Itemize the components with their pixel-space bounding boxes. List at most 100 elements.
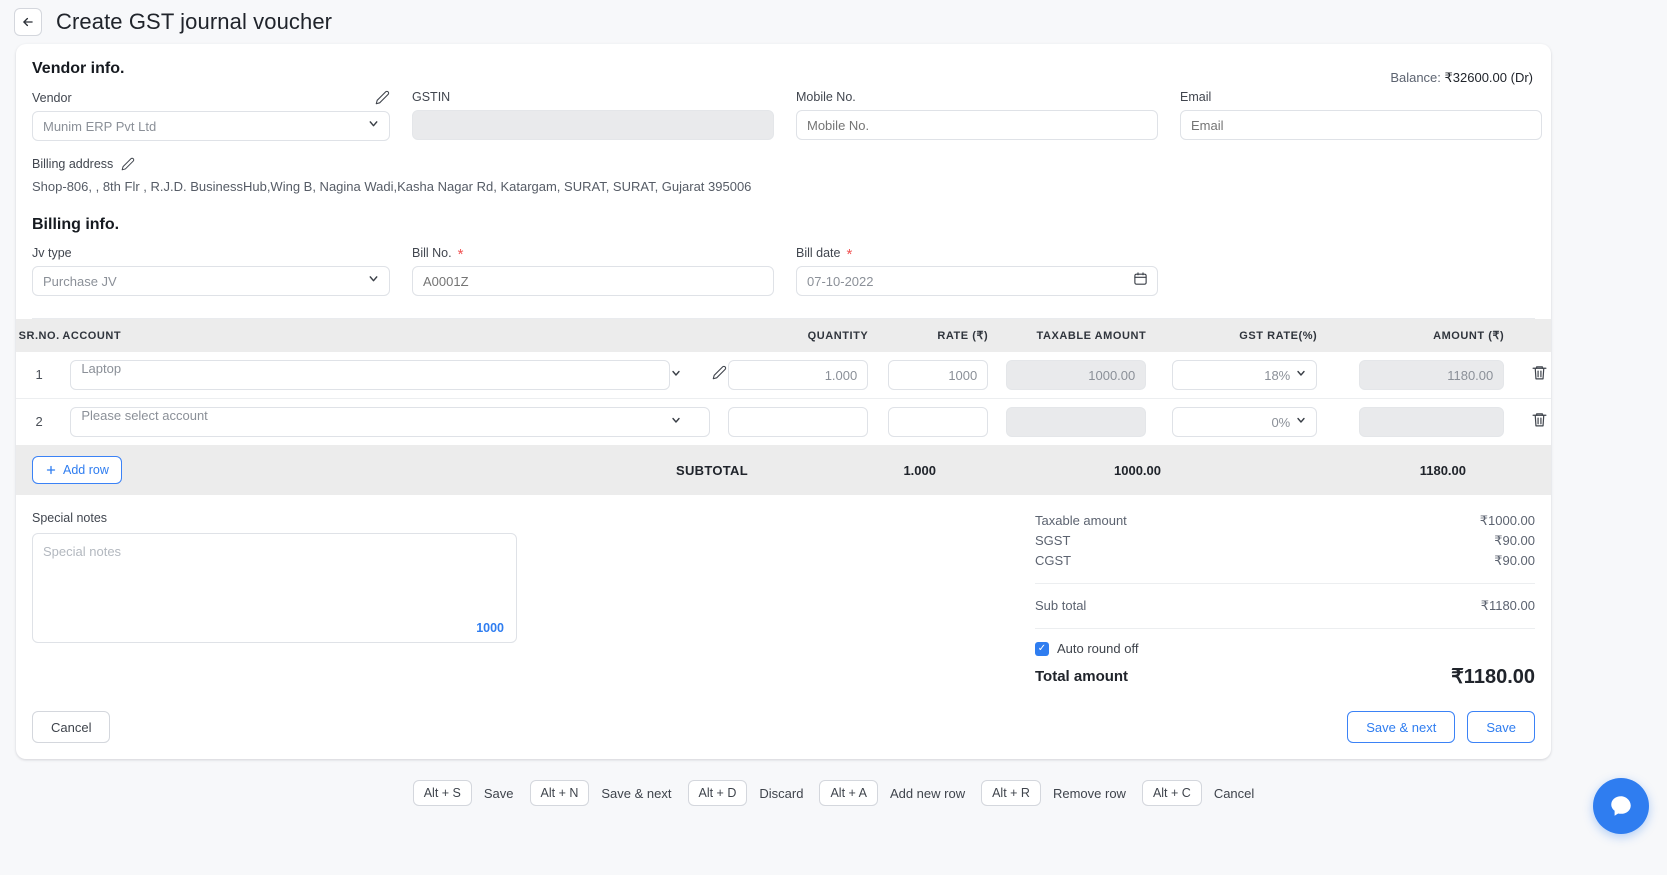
shortcut-label: Cancel xyxy=(1213,785,1255,801)
vendor-label-row: Vendor xyxy=(32,90,390,105)
totals-row: CGST ₹90.00 xyxy=(1035,551,1535,571)
app-page: Create GST journal voucher Vendor info. … xyxy=(0,0,1667,875)
totals-divider xyxy=(1035,628,1535,629)
row-sr-no: 2 xyxy=(35,414,43,429)
shortcut-remove-row: Alt + R Remove row xyxy=(981,780,1126,806)
account-select-wrap: Please select account xyxy=(62,407,711,437)
balance-label: Balance: xyxy=(1390,70,1445,85)
vendor-edit-icon[interactable] xyxy=(375,90,390,105)
shortcut-cancel: Alt + C Cancel xyxy=(1141,780,1255,806)
bill-no-input[interactable] xyxy=(412,266,774,296)
table-row: 2 Please select account 0% xyxy=(16,399,1551,446)
section-divider xyxy=(32,318,1535,319)
row-gst-rate-select[interactable]: 0% xyxy=(1172,407,1318,437)
auto-round-off-checkbox[interactable]: ✓ xyxy=(1035,641,1049,656)
email-input[interactable] xyxy=(1180,110,1542,140)
vendor-select[interactable]: Munim ERP Pvt Ltd xyxy=(32,111,390,141)
row-rate-input[interactable] xyxy=(888,407,989,437)
vendor-fields-grid: Vendor Munim ERP Pvt Ltd GSTIN Mobile No… xyxy=(32,90,1542,141)
cgst-label: CGST xyxy=(1035,553,1072,568)
vendor-info-section: Vendor info. Balance: ₹32600.00 (Dr) Ven… xyxy=(16,44,1551,319)
special-notes-block: Special notes Special notes 1000 xyxy=(32,511,532,689)
row-quantity-input[interactable] xyxy=(728,407,869,437)
cancel-button[interactable]: Cancel xyxy=(32,711,111,743)
row-quantity-input[interactable] xyxy=(728,360,869,390)
vendor-field: Vendor Munim ERP Pvt Ltd xyxy=(32,90,390,141)
top-bar: Create GST journal voucher xyxy=(0,0,1667,44)
table-body: 1 Laptop 1.000 1000 1000.00 18% 1180.00 … xyxy=(16,352,1551,445)
subtotal-quantity: 1.000 xyxy=(903,462,936,478)
special-notes-box[interactable]: Special notes 1000 xyxy=(32,533,517,643)
shortcut-label: Save & next xyxy=(601,785,672,801)
chevron-down-icon xyxy=(670,366,682,384)
jv-type-select-wrap: Purchase JV xyxy=(32,266,390,296)
shortcut-label: Discard xyxy=(759,785,804,801)
shortcut-key: Alt + N xyxy=(529,780,590,806)
save-button[interactable]: Save xyxy=(1467,711,1535,743)
bill-date-label: Bill date xyxy=(796,246,841,260)
chat-widget-button[interactable] xyxy=(1593,778,1649,834)
col-amount: AMOUNT (₹) xyxy=(1359,319,1529,352)
table-header-row: SR.NO. ACCOUNT QUANTITY RATE (₹) TAXABLE… xyxy=(16,319,1551,352)
special-notes-label: Special notes xyxy=(32,511,108,525)
voucher-card: Vendor info. Balance: ₹32600.00 (Dr) Ven… xyxy=(16,44,1551,759)
vendor-select-wrap: Munim ERP Pvt Ltd xyxy=(32,111,390,141)
cgst-value: ₹90.00 xyxy=(1494,553,1535,568)
mobile-field: Mobile No. xyxy=(796,90,1158,141)
subtotal-bar: Add row SUBTOTAL 1.000 1000.00 1180.00 xyxy=(16,445,1551,495)
shortcut-label: Save xyxy=(483,785,514,801)
balance-display: Balance: ₹32600.00 (Dr) xyxy=(1390,70,1533,86)
shortcut-discard: Alt + D Discard xyxy=(687,780,804,806)
sgst-label: SGST xyxy=(1035,533,1071,548)
row-gst-rate-select[interactable]: 18% xyxy=(1172,360,1318,390)
special-notes-placeholder: Special notes xyxy=(43,544,122,559)
chat-bubble-icon xyxy=(1611,796,1631,816)
total-amount-row: Total amount ₹1180.00 xyxy=(1035,664,1535,689)
account-select-wrap: Laptop xyxy=(62,360,710,390)
row-amount xyxy=(1359,407,1505,437)
row-taxable-amount xyxy=(1006,407,1147,437)
save-and-next-button[interactable]: Save & next xyxy=(1347,711,1456,743)
gstin-input xyxy=(412,110,774,140)
row-edit-icon[interactable] xyxy=(712,365,727,380)
auto-round-off-label: Auto round off xyxy=(1057,641,1139,656)
shortcut-add-new-row: Alt + A Add new row xyxy=(819,780,965,806)
mobile-input[interactable] xyxy=(796,110,1158,140)
total-amount-value: ₹1180.00 xyxy=(1451,666,1535,688)
gst-rate-select-wrap: 0% xyxy=(1172,407,1318,437)
taxable-amount-label: Taxable amount xyxy=(1035,513,1127,528)
jv-type-field: Jv type Purchase JV xyxy=(32,246,390,296)
account-select[interactable]: Please select account xyxy=(70,407,711,437)
jv-type-select[interactable]: Purchase JV xyxy=(32,266,390,296)
row-amount: 1180.00 xyxy=(1359,360,1505,390)
add-row-button[interactable]: Add row xyxy=(32,456,122,484)
col-quantity: QUANTITY xyxy=(728,319,889,352)
sub-total-value: ₹1180.00 xyxy=(1480,598,1535,613)
shortcut-key: Alt + S xyxy=(412,780,472,806)
sub-total-label: Sub total xyxy=(1035,598,1087,613)
billing-address-label-row: Billing address xyxy=(32,157,1535,171)
row-delete-icon[interactable] xyxy=(1531,413,1548,432)
bill-date-input[interactable]: 07-10-2022 xyxy=(796,266,1158,296)
primary-actions: Save & next Save xyxy=(1347,711,1535,743)
col-sr-no: SR.NO. xyxy=(16,319,63,352)
form-actions: Cancel Save & next Save xyxy=(16,689,1551,759)
bill-date-label-row: Bill date * xyxy=(796,246,853,263)
notes-and-totals: Special notes Special notes 1000 Taxable… xyxy=(16,495,1551,689)
subtotal-amount: 1180.00 xyxy=(1419,462,1466,478)
shortcut-key: Alt + A xyxy=(819,780,878,806)
col-rate: RATE (₹) xyxy=(888,319,1007,352)
account-select[interactable]: Laptop xyxy=(70,360,671,390)
email-field: Email xyxy=(1180,90,1542,141)
totals-block: Taxable amount ₹1000.00 SGST ₹90.00 CGST… xyxy=(1035,511,1535,689)
billing-address-edit-icon[interactable] xyxy=(121,157,135,171)
calendar-icon[interactable] xyxy=(1133,271,1148,291)
col-taxable-amount: TAXABLE AMOUNT xyxy=(1006,319,1173,352)
back-button[interactable] xyxy=(14,8,42,36)
billing-address-text: Shop-806, , 8th Flr , R.J.D. BusinessHub… xyxy=(32,179,752,194)
billing-address-label: Billing address xyxy=(32,157,114,171)
row-delete-icon[interactable] xyxy=(1531,366,1548,385)
page-title: Create GST journal voucher xyxy=(56,9,333,34)
special-notes-char-limit: 1000 xyxy=(476,621,504,635)
row-rate-input[interactable] xyxy=(888,360,989,390)
